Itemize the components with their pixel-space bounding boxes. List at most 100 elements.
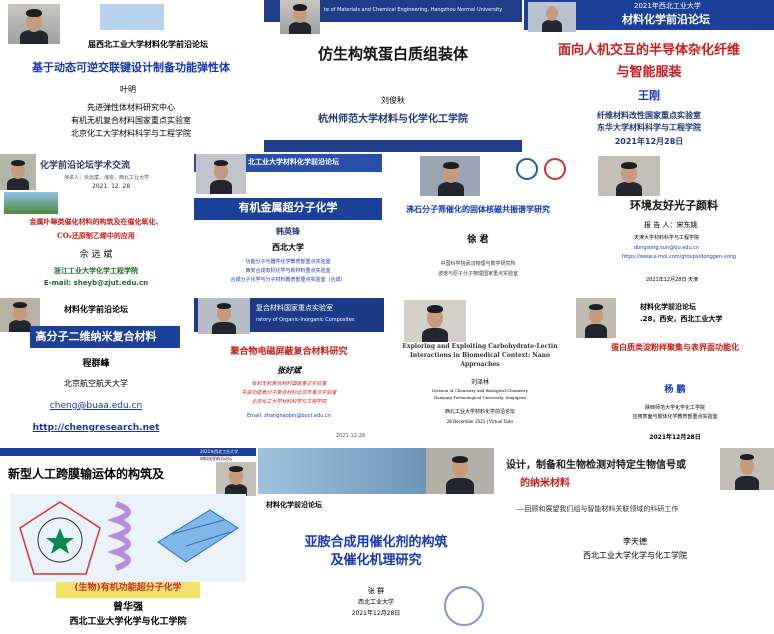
date: 2021-12-28	[336, 433, 366, 439]
affiliation-1: 陕西师范大学化学化工学院	[644, 405, 705, 411]
speaker-name: 刘俊秋	[381, 96, 405, 105]
tile-1-ye-ming[interactable]: 届西北工业大学材料化学前沿论坛 基于动态可逆交联键设计制备功能弹性体 叶明 先进…	[0, 0, 262, 152]
tile-4-she-yuanbin[interactable]: 化学前沿论坛学术交流 演讲人：佘远斌，海安，西北工业大学 2021. 12. 2…	[0, 154, 192, 296]
email-link[interactable]: cheng@buaa.edu.cn	[0, 401, 192, 412]
slide-header-2: 材料化学前沿论坛	[622, 13, 710, 26]
affiliation-3: 北京化工大学材料科学与工程学院	[251, 399, 327, 405]
affiliation: 西北大学	[272, 243, 304, 252]
logo-image	[100, 4, 164, 30]
speaker-video	[720, 448, 774, 490]
tile-3-wang-gang[interactable]: 2021年西北工业大学 材料化学前沿论坛 面向人机交互的半导体杂化纤维 与智能服…	[524, 0, 774, 152]
speaker-video	[528, 2, 576, 32]
date: 2021年12月28日 天津	[646, 277, 699, 283]
affiliation-2: 应用表面与胶体化学教育部重点实验室	[632, 414, 718, 420]
footer-bar	[264, 140, 522, 152]
speaker-video	[420, 156, 480, 196]
slide-title: 基于动态可逆交联键设计制备功能弹性体	[32, 61, 230, 74]
lab-line-2: 西安合成有机化学与新材料重点实验室	[245, 268, 331, 274]
slide-title: 有机金属超分子化学	[238, 201, 338, 214]
slide-title-2: 与智能服装	[616, 65, 682, 80]
speaker-name: 王刚	[638, 89, 660, 102]
affiliation-1: 有机无机复合材料国家重点实验室	[251, 381, 327, 387]
email: Email: zhanghaobin@buct.edu.cn	[247, 413, 331, 419]
slide-title: 仿生构筑蛋白质组装体	[317, 45, 468, 63]
slide-header: 届西北工业大学材料化学前沿论坛	[88, 39, 208, 49]
tile-7-song-dongyao[interactable]: 环境友好光子颜料 报 告 人：宋东姚 天津大学材料科学与工程学院 dongson…	[574, 154, 774, 296]
slide-title-1: 设计，制备和生物检测对特定生物信号或	[506, 460, 686, 471]
affiliation: 北京航空航天大学	[64, 379, 128, 388]
slide-header: 材料化学前沿论坛	[266, 501, 322, 509]
speaker-name: 杨 鹏	[664, 385, 686, 395]
lab-logo-icon	[544, 158, 566, 180]
membrane-structure-icon	[157, 509, 239, 563]
slide-title-2: 及催化机理研究	[330, 553, 422, 568]
slide-subheader: 演讲人：佘远斌，海安，西北工业大学	[64, 175, 150, 181]
affiliation: 浙江工业大学化学工程学院	[54, 267, 138, 275]
website[interactable]: https://www.x-mol.com/groups/donggen-son…	[622, 254, 736, 261]
date: 2021. 12. 28	[92, 183, 131, 190]
affiliation-3: 西北工业大学材料化学前沿论坛	[444, 409, 515, 415]
lab-line-3: 合成分子化学与分子材料教育部重点实验室（合成）	[230, 277, 346, 283]
slide-header: 材料化学前沿论坛	[64, 305, 128, 314]
lab-line-1: 功能分子与器件化学教育部重点实验室	[245, 259, 331, 265]
speaker-video	[426, 448, 494, 494]
slide-header-2: .28，西安，西北工业大学	[640, 315, 723, 323]
university-logo-icon	[444, 586, 484, 626]
slide-header: te of Materials and Chemical Engineering…	[324, 7, 503, 13]
speaker-name: 佘 远 斌	[79, 250, 113, 260]
tile-2-liu-junqiu[interactable]: te of Materials and Chemical Engineering…	[264, 0, 522, 152]
speaker-name: 曾华强	[113, 602, 143, 613]
slide-title-2: CO₂还原制乙烯中的应用	[57, 231, 135, 240]
speaker-name: 刘泽林	[470, 379, 489, 386]
affiliation-2: 有机无机复合材料国家重点实验室	[71, 116, 191, 125]
affiliation: 西北工业大学化学与化工学院	[583, 551, 687, 560]
slide-header: 北工业大学材料化学前沿论坛	[248, 158, 339, 166]
forum-badge-2: 材料化学前沿论坛	[200, 456, 232, 461]
affiliation-1: 先进弹性体材料研究中心	[87, 103, 175, 112]
website-link[interactable]: http://chengresearch.net	[0, 423, 192, 434]
tile-11-yang-peng[interactable]: 材料化学前沿论坛 .28，西安，西北工业大学 蛋白质类淀粉样聚集与表界面功能化 …	[576, 298, 774, 446]
tile-10-carbohydrate-lectin[interactable]: Exploring and Exploiting Carbohydrate-Le…	[386, 298, 574, 446]
email: E-mail: sheyb@zjut.edu.cn	[43, 279, 149, 287]
speaker-video	[576, 298, 616, 338]
slide-title: 高分子二维纳米复合材料	[35, 330, 157, 343]
affiliation-2: Nanyang Technological University, Singap…	[433, 395, 527, 400]
slide-title-1: Exploring and Exploiting Carbohydrate-Le…	[402, 343, 558, 350]
slide-header-1: 复合材料国家重点实验室	[256, 304, 333, 312]
slide-subtitle: ——回顾和展望我们组与智能材料关联领域的科研工作	[516, 505, 679, 513]
macrocycle-structure-icon	[19, 501, 101, 575]
speaker-video	[198, 298, 250, 334]
slide-header: 化学前沿论坛学术交流	[40, 161, 131, 171]
speaker-video	[598, 156, 660, 196]
affiliation: 西北工业大学化学与化工学院	[69, 617, 187, 627]
institute-logo-icon	[516, 158, 538, 180]
affiliation-2: 波谱与原子分子物理国家重点实验室	[437, 271, 518, 277]
speaker-name: 程群峰	[82, 359, 110, 369]
affiliation-2: 东华大学材料科学与工程学院	[597, 123, 701, 132]
slide-header-1: 材料化学前沿论坛	[640, 303, 696, 311]
slide-title-2: 的纳米材料	[520, 478, 570, 489]
affiliation: 天津大学材料科学与工程学院	[634, 235, 700, 241]
speaker-name: 韩英锋	[276, 227, 300, 236]
speaker-video	[280, 0, 320, 34]
date: 2021年12月28日	[614, 137, 684, 146]
email: dongsong.sun@tju.edu.cn	[634, 245, 700, 251]
date: 28 December 2021 | Virtual Talks	[446, 419, 514, 424]
tile-13-zhang-qun[interactable]: 材料化学前沿论坛 亚胺合成用催化剂的构筑 及催化机理研究 张 群 西北工业大学 …	[258, 448, 494, 634]
speaker-video	[404, 300, 466, 342]
slide-title: 聚合物电磁屏蔽复合材料研究	[230, 347, 348, 357]
tile-14-li-tiande[interactable]: 设计，制备和生物检测对特定生物信号或 的纳米材料 ——回顾和展望我们组与智能材料…	[496, 448, 774, 634]
speaker-video	[0, 154, 36, 190]
landscape-image	[4, 192, 58, 214]
tile-8-cheng-qunfeng[interactable]: 材料化学前沿论坛 高分子二维纳米复合材料 程群峰 北京航空航天大学 cheng@…	[0, 298, 192, 446]
affiliation: 杭州师范大学材料与化学化工学院	[318, 114, 468, 125]
tile-6-xu-jun[interactable]: 沸石分子筛催化的固体核磁共振谱学研究 徐 君 中国科学院武汉物理与数学研究所 波…	[384, 154, 572, 296]
date: 2021年12月28日	[649, 434, 701, 441]
tile-5-han-yingfeng[interactable]: 北工业大学材料化学前沿论坛 有机金属超分子化学 韩英锋 西北大学 功能分子与器件…	[194, 154, 382, 296]
slide-title: 环境友好光子颜料	[630, 199, 718, 212]
tile-9-zhang-haobin[interactable]: 复合材料国家重点实验室 ratory of Organic-Inorganic …	[194, 298, 384, 446]
tile-12-zeng-huaqiang[interactable]: 2021年西北工业大学 材料化学前沿论坛 新型人工跨膜输运体的构筑及 (生物)有…	[0, 448, 256, 634]
slide-header-2: ratory of Organic-Inorganic Composites	[256, 317, 355, 323]
slide-title-1: 金属卟啉类催化材料的构筑及在催化氧化、	[29, 217, 163, 226]
forum-badge-1: 2021年西北工业大学	[200, 449, 239, 454]
